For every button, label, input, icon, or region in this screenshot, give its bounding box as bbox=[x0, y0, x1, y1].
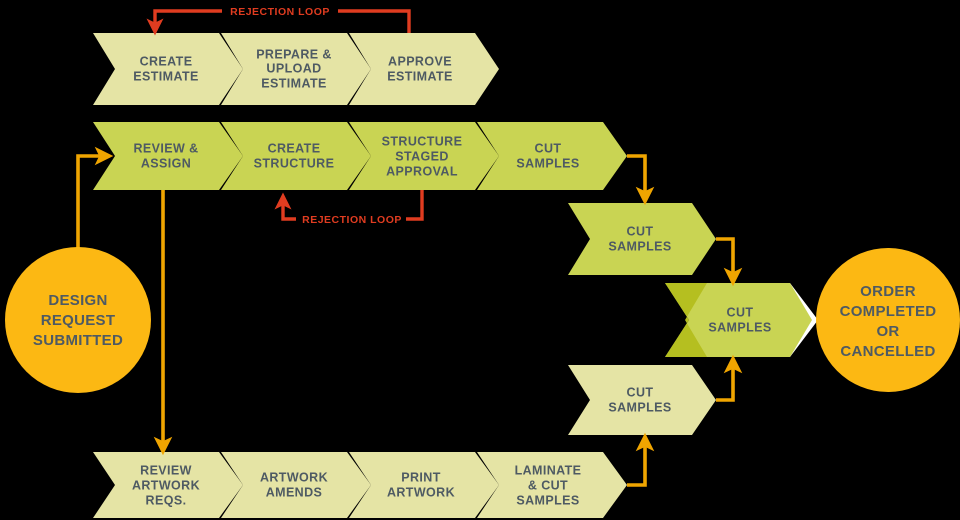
step-label-line: ESTIMATE bbox=[261, 76, 326, 90]
branch-label-line: SAMPLES bbox=[608, 239, 671, 253]
step-label-line: LAMINATE bbox=[515, 463, 582, 477]
estimate-row: CREATE ESTIMATE PREPARE & UPLOAD ESTIMAT… bbox=[93, 33, 499, 105]
workflow-diagram: CREATE ESTIMATE PREPARE & UPLOAD ESTIMAT… bbox=[0, 0, 960, 520]
structure-row: REVIEW & ASSIGN CREATE STRUCTURE STRUCTU… bbox=[93, 122, 627, 190]
start-node-line: SUBMITTED bbox=[33, 332, 123, 349]
connector-artwork-to-lower-branch bbox=[627, 432, 655, 487]
step-create-structure[interactable]: CREATE STRUCTURE bbox=[221, 122, 371, 190]
step-label-line: & CUT bbox=[528, 478, 568, 492]
step-label-line: PRINT bbox=[401, 470, 441, 484]
branch-label-line: CUT bbox=[727, 305, 754, 319]
step-label-line: CUT bbox=[535, 141, 562, 155]
start-node-design-request-submitted[interactable]: DESIGN REQUEST SUBMITTED bbox=[5, 247, 151, 393]
step-label-line: SAMPLES bbox=[516, 156, 579, 170]
step-review-assign[interactable]: REVIEW & ASSIGN bbox=[93, 122, 243, 190]
step-approve-estimate[interactable]: APPROVE ESTIMATE bbox=[349, 33, 499, 105]
step-label-line: APPROVAL bbox=[386, 164, 458, 178]
rejection-loop-structure: REJECTION LOOP bbox=[274, 190, 424, 227]
step-label-line: ARTWORK bbox=[387, 485, 455, 499]
branch-label-line: SAMPLES bbox=[608, 400, 671, 414]
step-label-line: REQS. bbox=[146, 493, 187, 507]
branch-label-line: CUT bbox=[627, 385, 654, 399]
step-label-line: STAGED bbox=[395, 149, 449, 163]
step-label-line: ASSIGN bbox=[141, 156, 191, 170]
step-label-line: SAMPLES bbox=[516, 493, 579, 507]
start-node-line: DESIGN bbox=[48, 292, 107, 309]
step-print-artwork[interactable]: PRINT ARTWORK bbox=[349, 452, 499, 518]
end-node-order-completed-or-cancelled[interactable]: ORDER COMPLETED OR CANCELLED bbox=[816, 248, 960, 392]
step-label-line: AMENDS bbox=[266, 485, 323, 499]
end-node-line: ORDER bbox=[860, 283, 916, 300]
step-label-line: CREATE bbox=[140, 54, 193, 68]
step-label-line: ESTIMATE bbox=[387, 69, 452, 83]
step-structure-staged-approval[interactable]: STRUCTURE STAGED APPROVAL bbox=[349, 122, 499, 190]
step-artwork-amends[interactable]: ARTWORK AMENDS bbox=[221, 452, 371, 518]
step-label-line: STRUCTURE bbox=[254, 156, 335, 170]
branch-label-line: SAMPLES bbox=[708, 320, 771, 334]
branch-label-line: CUT bbox=[627, 224, 654, 238]
step-label-line: ESTIMATE bbox=[133, 69, 198, 83]
step-label-line: STRUCTURE bbox=[382, 134, 463, 148]
end-node-line: CANCELLED bbox=[840, 343, 935, 360]
step-label-line: APPROVE bbox=[388, 54, 452, 68]
connector-structure-to-upper-branch bbox=[627, 154, 655, 206]
connector-lower-branch-to-merge bbox=[716, 354, 743, 402]
end-node-line: COMPLETED bbox=[840, 303, 937, 320]
step-laminate-cut-samples[interactable]: LAMINATE & CUT SAMPLES bbox=[477, 452, 627, 518]
start-node-line: REQUEST bbox=[41, 312, 116, 329]
step-label-line: ARTWORK bbox=[132, 478, 200, 492]
step-cut-samples-structure[interactable]: CUT SAMPLES bbox=[477, 122, 627, 190]
step-create-estimate[interactable]: CREATE ESTIMATE bbox=[93, 33, 243, 105]
step-label-line: ARTWORK bbox=[260, 470, 328, 484]
end-node-line: OR bbox=[876, 323, 899, 340]
rejection-loop-label: REJECTION LOOP bbox=[302, 214, 402, 226]
step-prepare-upload-estimate[interactable]: PREPARE & UPLOAD ESTIMATE bbox=[221, 33, 371, 105]
step-review-artwork-reqs[interactable]: REVIEW ARTWORK REQS. bbox=[93, 452, 243, 518]
connector-upper-branch-to-merge bbox=[716, 237, 743, 287]
step-label-line: REVIEW bbox=[140, 463, 192, 477]
step-label-line: PREPARE & bbox=[256, 47, 332, 61]
step-label-line: UPLOAD bbox=[266, 61, 321, 75]
rejection-loop-estimate: REJECTION LOOP bbox=[146, 3, 411, 36]
branch-cut-samples-merge[interactable]: CUT SAMPLES bbox=[665, 283, 818, 357]
branch-cut-samples-upper[interactable]: CUT SAMPLES bbox=[568, 203, 716, 275]
step-label-line: CREATE bbox=[268, 141, 321, 155]
branch-cut-samples-lower[interactable]: CUT SAMPLES bbox=[568, 365, 716, 435]
step-label-line: REVIEW & bbox=[133, 141, 198, 155]
artwork-row: REVIEW ARTWORK REQS. ARTWORK AMENDS PRIN… bbox=[93, 452, 627, 518]
rejection-loop-label: REJECTION LOOP bbox=[230, 6, 330, 18]
